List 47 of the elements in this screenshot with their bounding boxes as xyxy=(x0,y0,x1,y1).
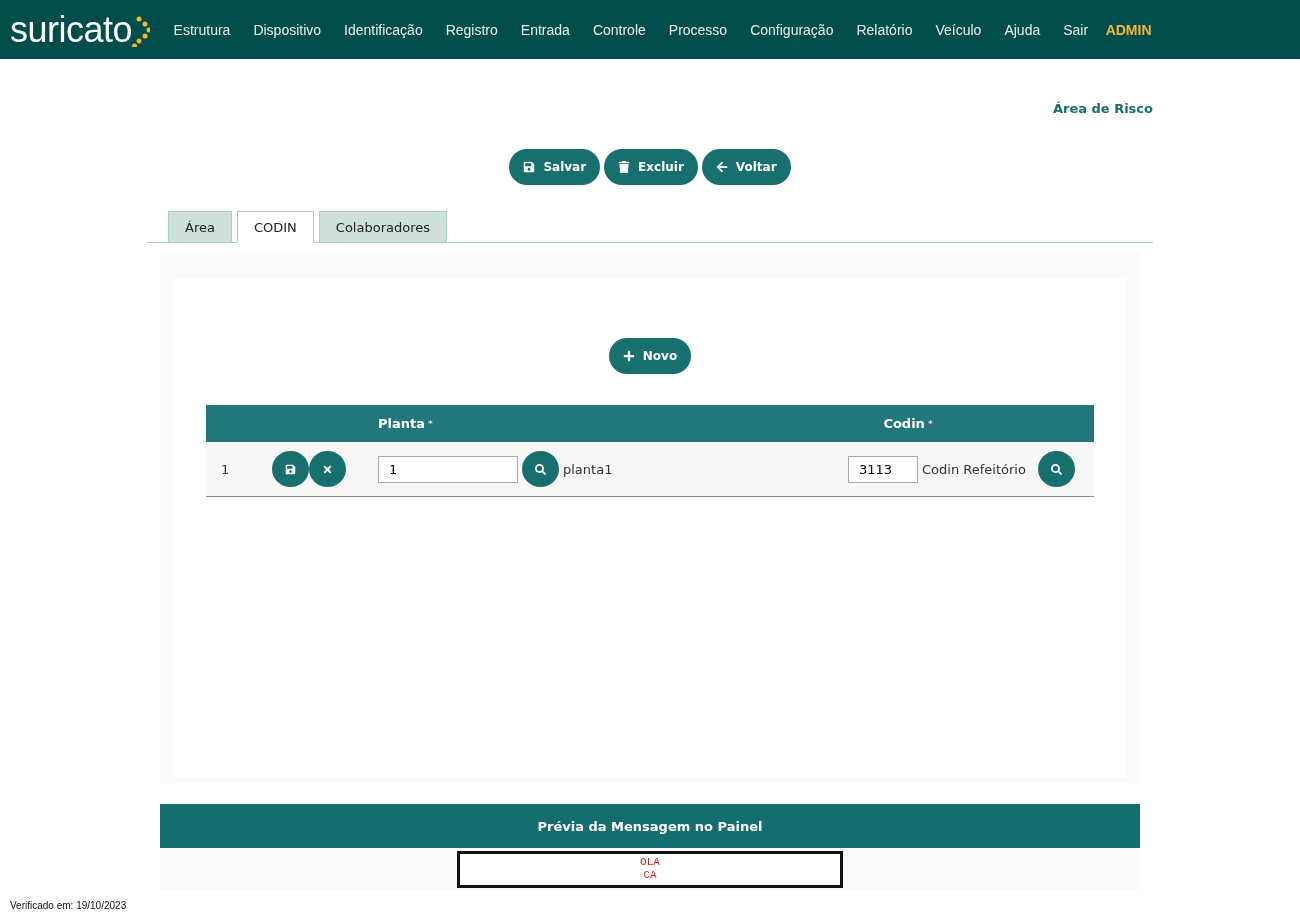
codin-input[interactable]: 3113 xyxy=(848,455,918,483)
codin-name: Codin Refeitório xyxy=(922,461,1026,477)
save-icon xyxy=(285,463,296,475)
preview-header: Prévia da Mensagem no Painel xyxy=(160,804,1140,848)
verified-date: Verificado em: 19/10/2023 xyxy=(9,899,128,911)
search-button[interactable] xyxy=(1038,451,1075,487)
nav-link[interactable]: Relatório xyxy=(844,21,924,38)
search-icon xyxy=(1051,463,1062,475)
new-button[interactable]: Novo xyxy=(608,338,692,374)
planta-name: planta1 xyxy=(563,461,613,477)
back-button[interactable]: Voltar xyxy=(701,149,791,185)
tab[interactable]: Colaboradores xyxy=(318,211,447,243)
column-header: Codin * xyxy=(788,405,1028,442)
message-line: CA xyxy=(643,869,657,882)
page-title: Área de Risco xyxy=(1051,101,1153,116)
planta-input[interactable]: 1 xyxy=(378,455,518,483)
tab[interactable]: Área xyxy=(168,211,232,243)
search-button[interactable] xyxy=(522,451,559,487)
close-icon xyxy=(322,463,333,475)
tab[interactable]: CODIN xyxy=(236,211,314,243)
nav-link[interactable]: Identificação xyxy=(332,21,435,38)
delete-button[interactable]: Excluir xyxy=(604,149,698,185)
nav-link[interactable]: Sair xyxy=(1051,21,1100,38)
nav-link[interactable]: Veículo xyxy=(923,21,993,38)
save-icon xyxy=(523,161,536,173)
nav-link[interactable]: Registro xyxy=(434,21,510,38)
cancel-row-button[interactable] xyxy=(309,451,346,487)
column-header: Planta * xyxy=(368,405,788,442)
nav-link[interactable]: Dispositivo xyxy=(241,21,333,38)
nav-link[interactable]: Ajuda xyxy=(992,21,1052,38)
arrow-left-icon xyxy=(715,161,728,173)
nav-link[interactable]: Configuração xyxy=(738,21,845,38)
nav-link[interactable]: Processo xyxy=(657,21,739,38)
nav-link[interactable]: Controle xyxy=(581,21,658,38)
header-cell xyxy=(206,405,266,442)
search-icon xyxy=(535,463,546,475)
user-name[interactable]: ADMIN xyxy=(1099,21,1158,38)
message-line: OLA xyxy=(640,856,660,869)
nav-link[interactable]: Entrada xyxy=(509,21,582,38)
nav-link[interactable]: Estrutura xyxy=(162,21,242,38)
save-button[interactable]: Salvar xyxy=(509,149,601,185)
header-cell xyxy=(1028,405,1094,442)
brand-logo: suricato xyxy=(10,11,133,48)
plus-icon xyxy=(622,350,635,362)
trash-icon xyxy=(618,161,631,173)
save-row-button[interactable] xyxy=(272,451,309,487)
row-number: 1 xyxy=(221,461,230,477)
